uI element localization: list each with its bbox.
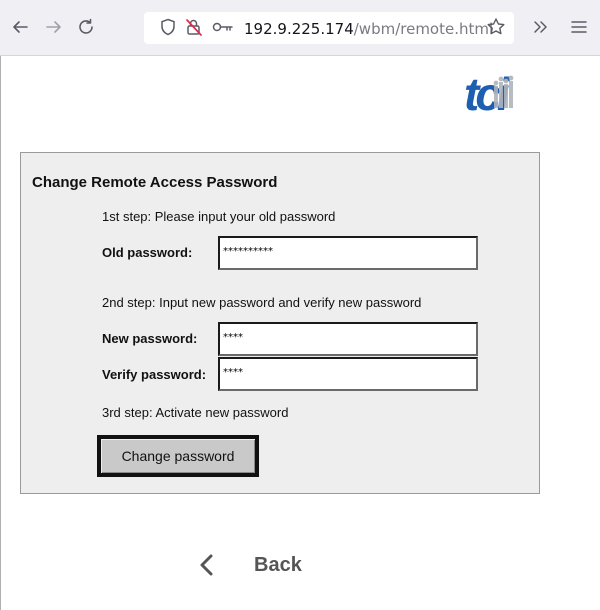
- reload-icon[interactable]: [75, 16, 97, 38]
- change-password-button[interactable]: Change password: [97, 435, 259, 477]
- chevron-left-icon[interactable]: [196, 554, 218, 576]
- star-icon[interactable]: [485, 16, 507, 38]
- shield-icon[interactable]: [157, 16, 179, 38]
- url-path: /wbm/remote.html: [353, 20, 494, 38]
- chevrons-right-icon[interactable]: [529, 16, 551, 38]
- arrow-left-icon[interactable]: [9, 16, 31, 38]
- step-3-text: 3rd step: Activate new password: [102, 405, 289, 420]
- arrow-right-icon[interactable]: [43, 16, 65, 38]
- step-2-text: 2nd step: Input new password and verify …: [102, 295, 422, 310]
- browser-toolbar: 192.9.225.174/wbm/remote.html: [0, 0, 600, 56]
- old-password-field[interactable]: **********: [218, 236, 478, 270]
- svg-text:tci: tci: [464, 68, 511, 120]
- hamburger-menu-icon[interactable]: [568, 16, 590, 38]
- step-1-text: 1st step: Please input your old password: [102, 209, 336, 224]
- old-password-label: Old password:: [102, 245, 193, 260]
- verify-password-field[interactable]: ****: [218, 357, 478, 391]
- panel-title: Change Remote Access Password: [32, 174, 278, 191]
- back-link[interactable]: Back: [254, 554, 302, 577]
- url-text[interactable]: 192.9.225.174/wbm/remote.html: [244, 19, 493, 39]
- insecure-lock-icon[interactable]: [183, 16, 205, 38]
- url-host: 192.9.225.174: [244, 20, 354, 38]
- key-icon[interactable]: [212, 16, 234, 38]
- new-password-field[interactable]: ****: [218, 322, 478, 356]
- new-password-label: New password:: [102, 331, 198, 346]
- verify-password-label: Verify password:: [102, 367, 207, 382]
- company-logo: tci: [462, 64, 542, 124]
